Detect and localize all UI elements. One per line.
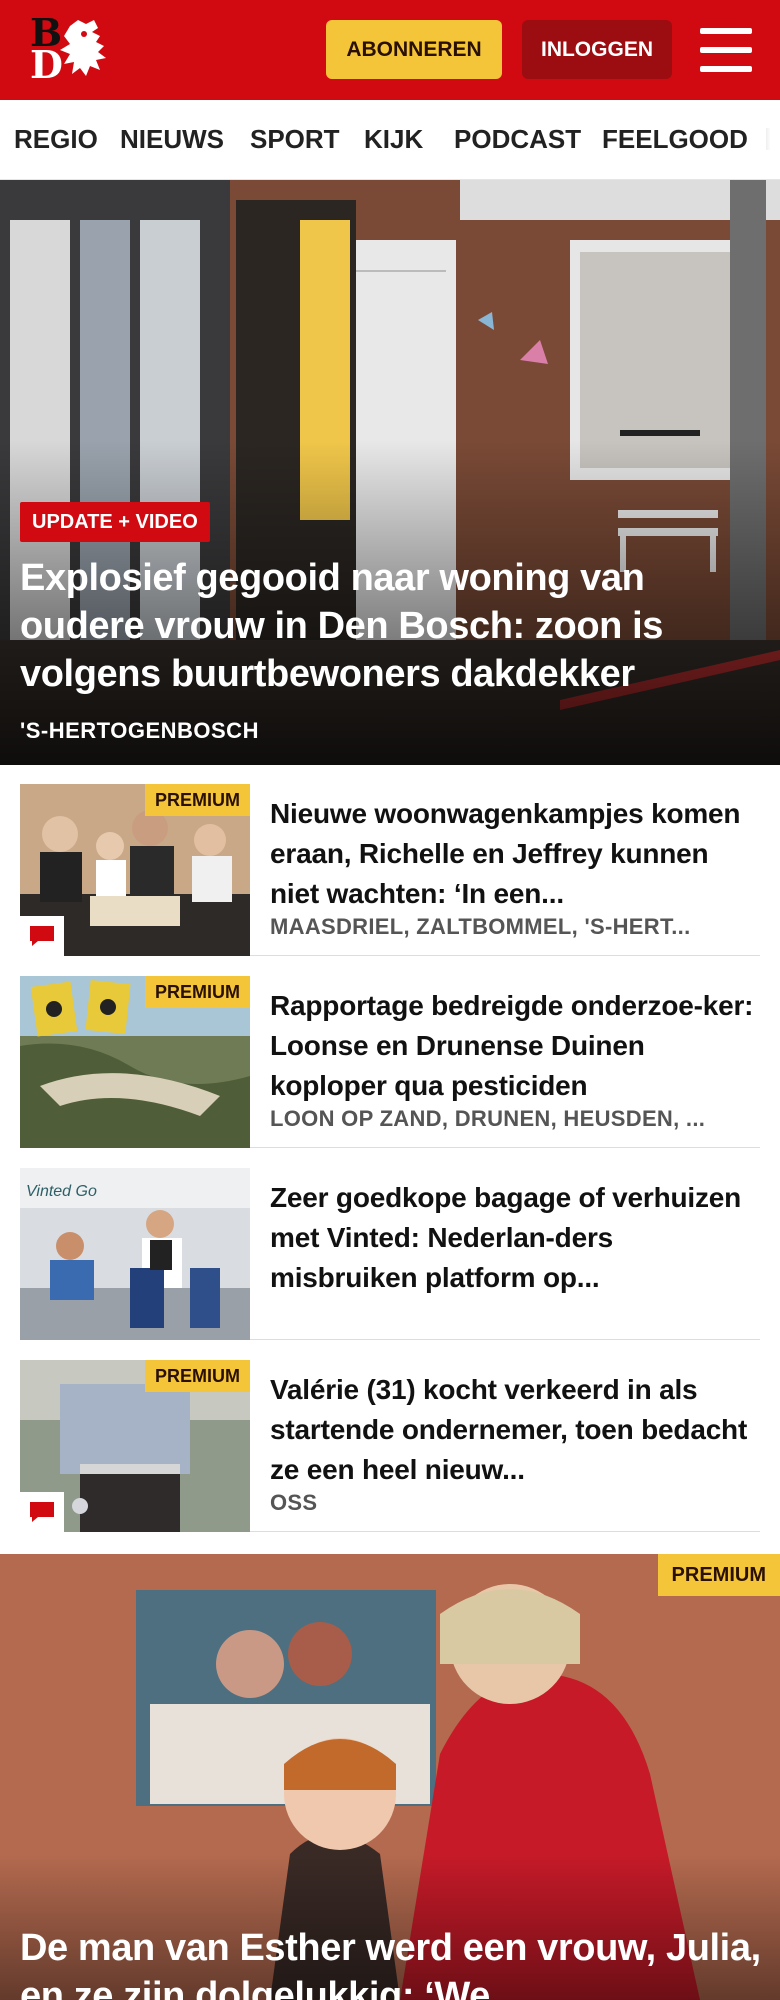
list-item[interactable]: PREMIUM Valérie (31) kocht verkeerd in a… — [20, 1360, 760, 1532]
hero-location: 'S-HERTOGENBOSCH — [20, 718, 259, 743]
list-item[interactable]: PREMIUM Rapportage bedreigde onderzoe-ke… — [20, 976, 760, 1148]
nav-item-feelgood[interactable]: FEELGOOD — [602, 124, 748, 155]
list-item[interactable]: PREMIUM Nieuwe woonwagenkampjes komen er… — [20, 784, 760, 956]
site-logo[interactable]: B D — [26, 14, 114, 84]
article-location: OSS — [270, 1490, 318, 1515]
article-title[interactable]: Zeer goedkope bagage of verhuizen met Vi… — [270, 1178, 760, 1298]
update-tag: UPDATE + VIDEO — [20, 502, 210, 542]
comment-icon[interactable] — [20, 1492, 64, 1532]
premium-badge: PREMIUM — [145, 1360, 250, 1392]
nav-item-nieuws[interactable]: NIEUWS — [120, 124, 224, 155]
hero-article[interactable]: UPDATE + VIDEO Explosief gegooid naar wo… — [0, 180, 780, 765]
lion-icon — [60, 20, 106, 76]
nav-item-regio[interactable]: REGIO — [14, 124, 98, 155]
article-title[interactable]: Rapportage bedreigde onderzoe-ker: Loons… — [270, 986, 760, 1106]
nav-fade — [750, 100, 780, 179]
list-item[interactable]: Vinted Go Zeer goedkope bagage of verhui… — [20, 1168, 760, 1340]
premium-badge: PREMIUM — [657, 1554, 780, 1596]
premium-badge: PREMIUM — [145, 784, 250, 816]
article-thumbnail: PREMIUM — [20, 784, 250, 956]
hamburger-icon[interactable] — [700, 28, 752, 72]
feature-title[interactable]: De man van Esther werd een vrouw, Julia,… — [20, 1924, 780, 2000]
article-location: MAASDRIEL, ZALTBOMMEL, 'S-HERT... — [270, 914, 691, 939]
article-thumbnail: Vinted Go — [20, 1168, 250, 1340]
nav-item-kijk[interactable]: KIJK — [364, 124, 423, 155]
section-nav: REGIO NIEUWS SPORT KIJK PODCAST FEELGOOD — [0, 100, 780, 180]
hero-title[interactable]: Explosief gegooid naar woning van oudere… — [20, 554, 760, 698]
site-header: B D ABONNEREN INLOGGEN — [0, 0, 780, 100]
article-title[interactable]: Nieuwe woonwagenkampjes komen eraan, Ric… — [270, 794, 760, 914]
article-title[interactable]: Valérie (31) kocht verkeerd in als start… — [270, 1370, 760, 1490]
thumb-vinted-text: Vinted Go — [26, 1183, 97, 1200]
login-button[interactable]: INLOGGEN — [522, 20, 672, 79]
nav-item-podcast[interactable]: PODCAST — [454, 124, 581, 155]
article-thumbnail: PREMIUM — [20, 976, 250, 1148]
subscribe-button[interactable]: ABONNEREN — [326, 20, 502, 79]
feature-article[interactable]: PREMIUM De man van Esther werd een vrouw… — [0, 1554, 780, 2000]
article-location: LOON OP ZAND, DRUNEN, HEUSDEN, ... — [270, 1106, 706, 1131]
premium-badge: PREMIUM — [145, 976, 250, 1008]
comment-icon[interactable] — [20, 916, 64, 956]
article-thumbnail: PREMIUM — [20, 1360, 250, 1532]
nav-item-sport[interactable]: SPORT — [250, 124, 340, 155]
